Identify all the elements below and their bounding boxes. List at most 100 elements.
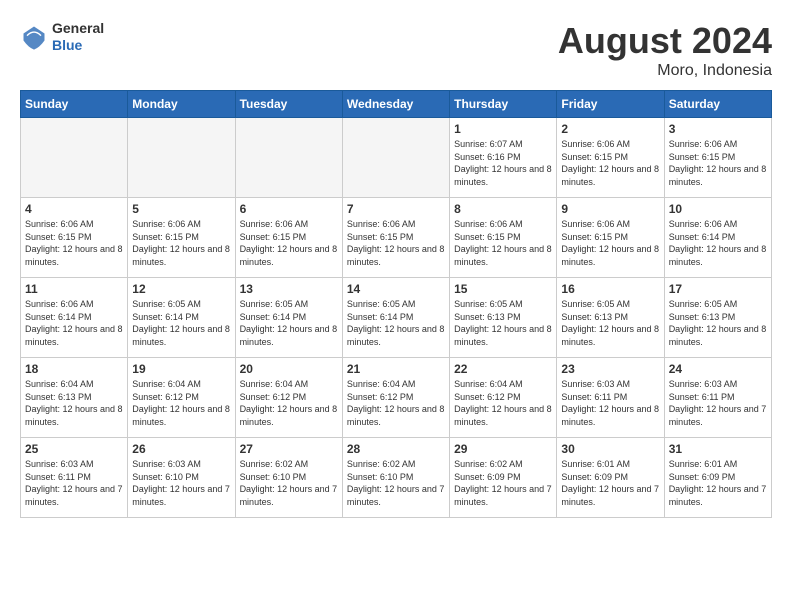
calendar-cell: 23Sunrise: 6:03 AMSunset: 6:11 PMDayligh… [557, 358, 664, 438]
month-year: August 2024 [558, 20, 772, 62]
day-info: Sunrise: 6:03 AMSunset: 6:11 PMDaylight:… [669, 378, 767, 428]
day-number: 21 [347, 362, 445, 376]
day-info: Sunrise: 6:05 AMSunset: 6:14 PMDaylight:… [240, 298, 338, 348]
calendar-cell: 12 Sunrise: 6:05 AMSunset: 6:14 PMDayligh… [128, 278, 235, 358]
calendar-cell: 22Sunrise: 6:04 AMSunset: 6:12 PMDayligh… [450, 358, 557, 438]
calendar-table: SundayMondayTuesdayWednesdayThursdayFrid… [20, 90, 772, 518]
calendar-cell: 28 Sunrise: 6:02 AMSunset: 6:10 PMDayligh… [342, 438, 449, 518]
day-number: 27 [240, 442, 338, 456]
day-number: 7 [347, 202, 445, 216]
logo: General Blue [20, 20, 104, 54]
calendar-cell [235, 118, 342, 198]
day-number: 20 [240, 362, 338, 376]
day-info: Sunrise: 6:04 AMSunset: 6:12 PMDaylight:… [240, 378, 338, 428]
day-number: 3 [669, 122, 767, 136]
day-info: Sunrise: 6:02 AMSunset: 6:10 PMDaylight:… [240, 458, 338, 508]
calendar-cell: 19Sunrise: 6:04 AMSunset: 6:12 PMDayligh… [128, 358, 235, 438]
calendar-week-1: 1 Sunrise: 6:07 AMSunset: 6:16 PMDaylight… [21, 118, 772, 198]
weekday-header-wednesday: Wednesday [342, 91, 449, 118]
location: Moro, Indonesia [558, 62, 772, 80]
logo-blue: Blue [52, 37, 104, 54]
day-number: 16 [561, 282, 659, 296]
weekday-header-monday: Monday [128, 91, 235, 118]
day-number: 31 [669, 442, 767, 456]
day-info: Sunrise: 6:03 AMSunset: 6:11 PMDaylight:… [561, 378, 659, 428]
day-info: Sunrise: 6:03 AMSunset: 6:11 PMDaylight:… [25, 458, 123, 508]
calendar-cell: 16 Sunrise: 6:05 AMSunset: 6:13 PMDayligh… [557, 278, 664, 358]
calendar-cell: 30Sunrise: 6:01 AMSunset: 6:09 PMDayligh… [557, 438, 664, 518]
day-info: Sunrise: 6:02 AMSunset: 6:10 PMDaylight:… [347, 458, 445, 508]
day-info: Sunrise: 6:02 AMSunset: 6:09 PMDaylight:… [454, 458, 552, 508]
calendar-cell: 15 Sunrise: 6:05 AMSunset: 6:13 PMDayligh… [450, 278, 557, 358]
page-header: General Blue August 2024 Moro, Indonesia [20, 20, 772, 80]
calendar-cell: 7Sunrise: 6:06 AMSunset: 6:15 PMDaylight… [342, 198, 449, 278]
day-info: Sunrise: 6:04 AMSunset: 6:13 PMDaylight:… [25, 378, 123, 428]
day-info: Sunrise: 6:04 AMSunset: 6:12 PMDaylight:… [347, 378, 445, 428]
day-number: 5 [132, 202, 230, 216]
calendar-week-2: 4 Sunrise: 6:06 AMSunset: 6:15 PMDaylight… [21, 198, 772, 278]
day-info: Sunrise: 6:06 AMSunset: 6:15 PMDaylight:… [132, 218, 230, 268]
day-number: 17 [669, 282, 767, 296]
weekday-header-friday: Friday [557, 91, 664, 118]
weekday-header-tuesday: Tuesday [235, 91, 342, 118]
logo-general: General [52, 20, 104, 37]
calendar-cell: 21 Sunrise: 6:04 AMSunset: 6:12 PMDayligh… [342, 358, 449, 438]
day-number: 14 [347, 282, 445, 296]
day-info: Sunrise: 6:05 AMSunset: 6:14 PMDaylight:… [347, 298, 445, 348]
calendar-cell: 9 Sunrise: 6:06 AMSunset: 6:15 PMDaylight… [557, 198, 664, 278]
day-number: 9 [561, 202, 659, 216]
calendar-body: 1 Sunrise: 6:07 AMSunset: 6:16 PMDaylight… [21, 118, 772, 518]
calendar-cell: 4 Sunrise: 6:06 AMSunset: 6:15 PMDaylight… [21, 198, 128, 278]
day-number: 10 [669, 202, 767, 216]
calendar-cell: 31Sunrise: 6:01 AMSunset: 6:09 PMDayligh… [664, 438, 771, 518]
day-info: Sunrise: 6:06 AMSunset: 6:15 PMDaylight:… [669, 138, 767, 188]
day-number: 12 [132, 282, 230, 296]
calendar-week-4: 18Sunrise: 6:04 AMSunset: 6:13 PMDayligh… [21, 358, 772, 438]
calendar-cell: 8 Sunrise: 6:06 AMSunset: 6:15 PMDaylight… [450, 198, 557, 278]
calendar-header: SundayMondayTuesdayWednesdayThursdayFrid… [21, 91, 772, 118]
day-info: Sunrise: 6:03 AMSunset: 6:10 PMDaylight:… [132, 458, 230, 508]
day-info: Sunrise: 6:04 AMSunset: 6:12 PMDaylight:… [132, 378, 230, 428]
logo-icon [20, 23, 48, 51]
day-info: Sunrise: 6:06 AMSunset: 6:14 PMDaylight:… [669, 218, 767, 268]
day-number: 1 [454, 122, 552, 136]
day-number: 22 [454, 362, 552, 376]
day-info: Sunrise: 6:06 AMSunset: 6:15 PMDaylight:… [25, 218, 123, 268]
day-info: Sunrise: 6:06 AMSunset: 6:15 PMDaylight:… [561, 218, 659, 268]
calendar-cell: 24 Sunrise: 6:03 AMSunset: 6:11 PMDayligh… [664, 358, 771, 438]
calendar-cell: 17Sunrise: 6:05 AMSunset: 6:13 PMDayligh… [664, 278, 771, 358]
day-info: Sunrise: 6:06 AMSunset: 6:15 PMDaylight:… [240, 218, 338, 268]
weekday-header-saturday: Saturday [664, 91, 771, 118]
day-number: 4 [25, 202, 123, 216]
day-number: 11 [25, 282, 123, 296]
day-number: 15 [454, 282, 552, 296]
logo-text: General Blue [52, 20, 104, 54]
day-info: Sunrise: 6:06 AMSunset: 6:15 PMDaylight:… [454, 218, 552, 268]
calendar-cell: 3 Sunrise: 6:06 AMSunset: 6:15 PMDaylight… [664, 118, 771, 198]
weekday-header-sunday: Sunday [21, 91, 128, 118]
day-info: Sunrise: 6:06 AMSunset: 6:14 PMDaylight:… [25, 298, 123, 348]
calendar-cell [342, 118, 449, 198]
day-number: 25 [25, 442, 123, 456]
day-number: 28 [347, 442, 445, 456]
weekday-row: SundayMondayTuesdayWednesdayThursdayFrid… [21, 91, 772, 118]
calendar-week-3: 11 Sunrise: 6:06 AMSunset: 6:14 PMDayligh… [21, 278, 772, 358]
day-number: 24 [669, 362, 767, 376]
title-section: August 2024 Moro, Indonesia [558, 20, 772, 80]
day-info: Sunrise: 6:07 AMSunset: 6:16 PMDaylight:… [454, 138, 552, 188]
day-info: Sunrise: 6:01 AMSunset: 6:09 PMDaylight:… [561, 458, 659, 508]
calendar-cell: 10 Sunrise: 6:06 AMSunset: 6:14 PMDayligh… [664, 198, 771, 278]
calendar-cell: 6Sunrise: 6:06 AMSunset: 6:15 PMDaylight… [235, 198, 342, 278]
day-number: 13 [240, 282, 338, 296]
calendar-cell [21, 118, 128, 198]
day-number: 26 [132, 442, 230, 456]
calendar-cell: 20 Sunrise: 6:04 AMSunset: 6:12 PMDayligh… [235, 358, 342, 438]
weekday-header-thursday: Thursday [450, 91, 557, 118]
calendar-cell: 29Sunrise: 6:02 AMSunset: 6:09 PMDayligh… [450, 438, 557, 518]
day-info: Sunrise: 6:05 AMSunset: 6:13 PMDaylight:… [561, 298, 659, 348]
calendar-cell: 18Sunrise: 6:04 AMSunset: 6:13 PMDayligh… [21, 358, 128, 438]
day-info: Sunrise: 6:05 AMSunset: 6:14 PMDaylight:… [132, 298, 230, 348]
calendar-cell [128, 118, 235, 198]
day-info: Sunrise: 6:05 AMSunset: 6:13 PMDaylight:… [454, 298, 552, 348]
day-number: 8 [454, 202, 552, 216]
